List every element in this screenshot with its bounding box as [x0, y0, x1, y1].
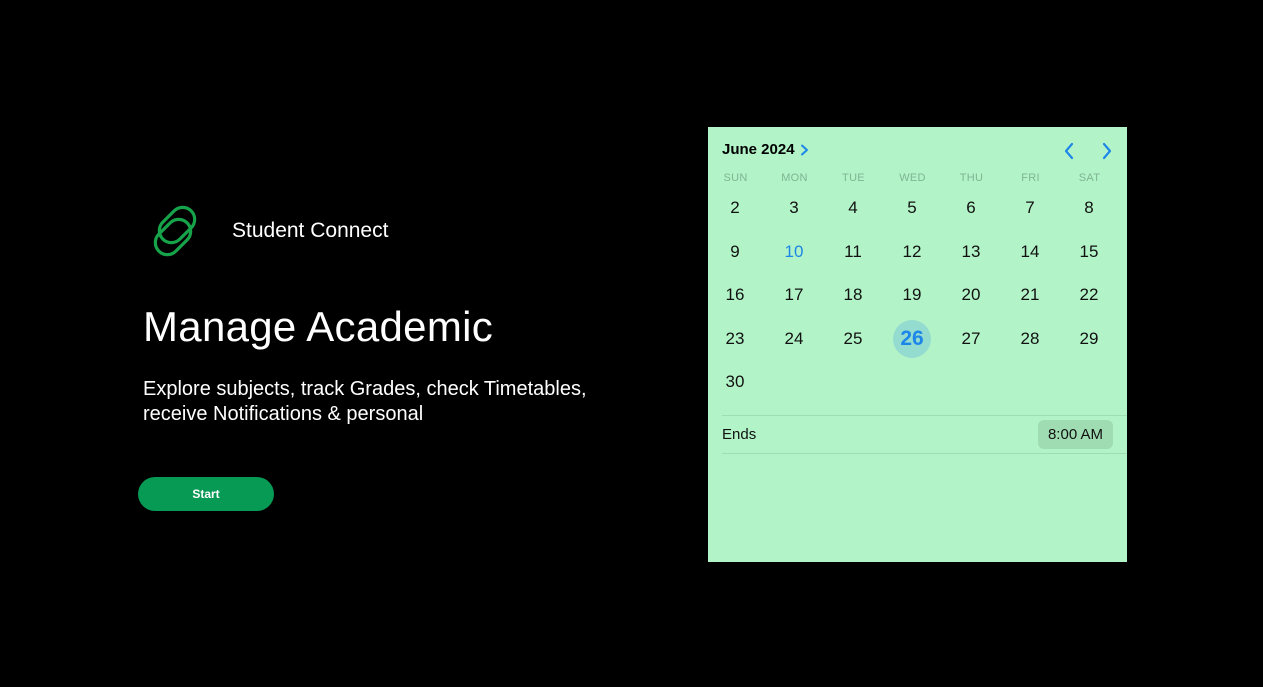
hero-description: Explore subjects, track Grades, check Ti…: [143, 378, 587, 425]
calendar-day-9[interactable]: 9: [716, 233, 754, 271]
chevron-right-icon: [1102, 142, 1112, 160]
start-button[interactable]: Start: [138, 477, 274, 511]
calendar-day-10[interactable]: 10: [775, 233, 813, 271]
weekday-fri: FRI: [1021, 172, 1040, 184]
calendar-day-6[interactable]: 6: [952, 189, 990, 227]
weekday-mon: MON: [781, 172, 808, 184]
calendar-day-27[interactable]: 27: [952, 320, 990, 358]
calendar-day-3[interactable]: 3: [775, 189, 813, 227]
calendar-day-29[interactable]: 29: [1070, 320, 1108, 358]
weekday-sun: SUN: [723, 172, 748, 184]
brand-name: Student Connect: [232, 219, 389, 242]
weekday-sat: SAT: [1078, 172, 1101, 184]
calendar-day-11[interactable]: 11: [834, 233, 872, 271]
calendar-day-19[interactable]: 19: [893, 276, 931, 314]
ends-label: Ends: [722, 426, 757, 443]
calendar-day-23[interactable]: 23: [716, 320, 754, 358]
calendar-day-7[interactable]: 7: [1011, 189, 1049, 227]
calendar-day-22[interactable]: 22: [1070, 276, 1108, 314]
calendar-day-30[interactable]: 30: [716, 363, 754, 401]
weekday-thu: THU: [959, 172, 984, 184]
calendar-day-15[interactable]: 15: [1070, 233, 1108, 271]
calendar-day-13[interactable]: 13: [952, 233, 990, 271]
brand: Student Connect: [145, 201, 388, 261]
calendar-day-28[interactable]: 28: [1011, 320, 1049, 358]
divider: [722, 415, 1127, 416]
divider: [722, 453, 1127, 454]
landing-page: Student Connect Manage Academic Explore …: [0, 0, 1263, 687]
calendar-day-8[interactable]: 8: [1070, 189, 1108, 227]
calendar-day-20[interactable]: 20: [952, 276, 990, 314]
chevron-left-icon: [1064, 142, 1074, 160]
calendar-day-14[interactable]: 14: [1011, 233, 1049, 271]
link-icon: [153, 205, 197, 257]
calendar-day-17[interactable]: 17: [775, 276, 813, 314]
calendar-day-16[interactable]: 16: [716, 276, 754, 314]
hero-title: Manage Academic: [143, 303, 494, 350]
calendar-day-24[interactable]: 24: [775, 320, 813, 358]
month-picker-button[interactable]: June 2024: [722, 141, 809, 158]
calendar-day-18[interactable]: 18: [834, 276, 872, 314]
calendar-day-4[interactable]: 4: [834, 189, 872, 227]
month-label: June 2024: [722, 141, 795, 158]
calendar-panel: June 2024 SUN MON TUE WED THU FRI SAT 23456789…: [708, 127, 1127, 562]
calendar-day-2[interactable]: 2: [716, 189, 754, 227]
calendar-day-21[interactable]: 21: [1011, 276, 1049, 314]
ends-time-button[interactable]: 8:00 AM: [1038, 420, 1113, 449]
next-month-button[interactable]: [1096, 140, 1118, 162]
calendar-day-25[interactable]: 25: [834, 320, 872, 358]
calendar-header: June 2024: [708, 127, 1127, 173]
chevron-right-icon: [800, 144, 808, 155]
calendar-day-12[interactable]: 12: [893, 233, 931, 271]
weekday-header-row: SUN MON TUE WED THU FRI SAT: [708, 172, 1127, 186]
weekday-wed: WED: [899, 172, 926, 184]
weekday-tue: TUE: [842, 172, 865, 184]
previous-month-button[interactable]: [1058, 140, 1080, 162]
calendar-day-5[interactable]: 5: [893, 189, 931, 227]
calendar-day-26[interactable]: 26: [893, 319, 931, 358]
